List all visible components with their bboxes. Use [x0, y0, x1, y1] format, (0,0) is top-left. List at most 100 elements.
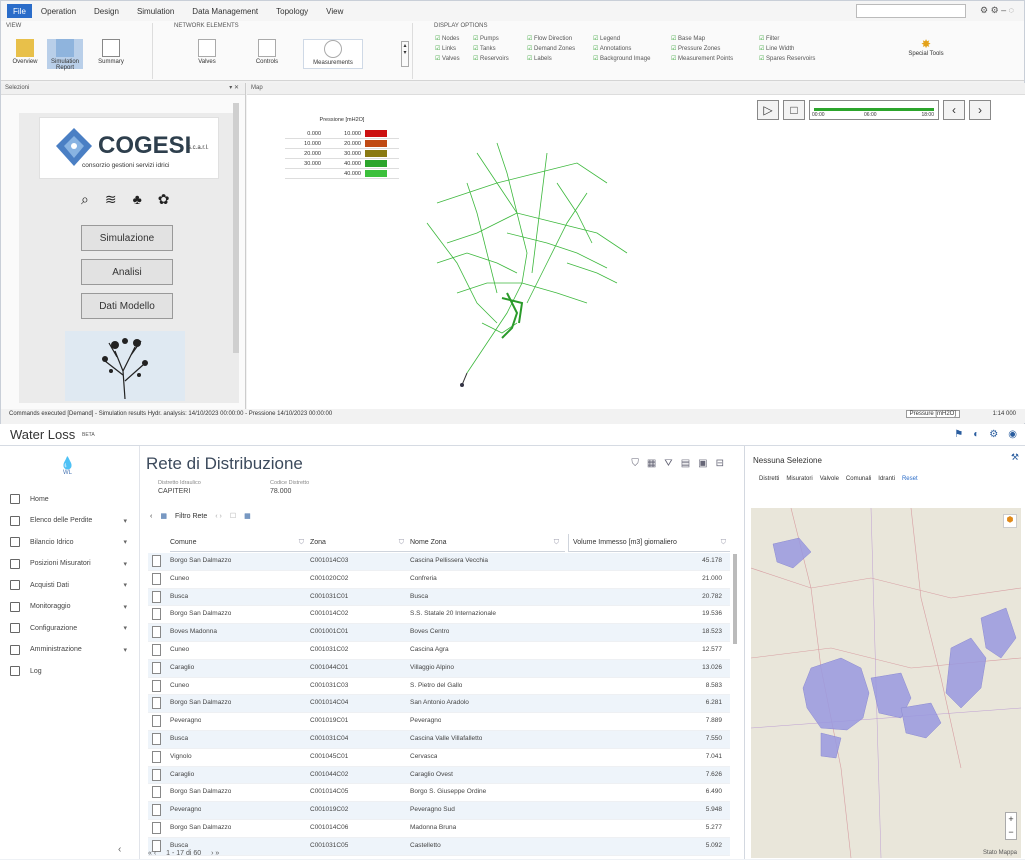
sidebar-item[interactable]: Home — [10, 490, 135, 508]
pressure-indicator[interactable]: Pressure [mH2O] — [905, 410, 960, 418]
row-selector[interactable] — [152, 661, 161, 674]
summary-tile[interactable]: Summary — [93, 39, 129, 69]
row-selector[interactable] — [152, 750, 161, 763]
file-menu[interactable]: File — [7, 4, 32, 18]
user-icon[interactable]: ◉ — [1008, 429, 1017, 440]
analisi-button[interactable]: Analisi — [81, 259, 173, 285]
map-settings-icon[interactable]: ⚒ — [1011, 452, 1019, 463]
layout-icon[interactable]: ▦ — [244, 512, 251, 520]
table-row[interactable]: Peveragno C001019C01 Peveragno 7.889 — [148, 713, 730, 731]
row-selector[interactable] — [152, 626, 161, 639]
menu-operation[interactable]: Operation — [32, 7, 85, 16]
display-option[interactable]: Demand Zones — [527, 45, 575, 52]
zoom-controls[interactable]: + − — [1005, 812, 1017, 840]
sidebar-item[interactable]: Posizioni Misuratori ▾ — [10, 555, 135, 573]
district-field[interactable]: CAPITERI — [158, 488, 190, 495]
display-option[interactable]: Line Width — [759, 45, 794, 52]
table-row[interactable]: Cuneo C001031C02 Cascina Agra 12.577 — [148, 642, 730, 660]
display-option[interactable]: Pressure Zones — [671, 45, 720, 52]
column-header-volume[interactable]: Volume Immesso [m3] giornaliero ⛉ — [568, 534, 730, 552]
display-option[interactable]: Filter — [759, 35, 779, 42]
sidebar-item[interactable]: Log — [10, 662, 135, 680]
collapse-sidebar-icon[interactable]: ‹ — [118, 844, 121, 855]
simulazione-button[interactable]: Simulazione — [81, 225, 173, 251]
map-tab[interactable]: Valvole — [820, 476, 839, 482]
valves-tile[interactable]: Valves — [181, 39, 233, 69]
row-selector[interactable] — [152, 715, 161, 728]
theme-icon[interactable]: ◐ — [973, 429, 979, 440]
row-selector[interactable] — [152, 804, 161, 817]
table-row[interactable]: Borgo San Dalmazzo C001014C06 Madonna Brun… — [148, 820, 730, 838]
district-code-field[interactable]: 78.000 — [270, 488, 291, 495]
display-option[interactable]: Flow Direction — [527, 35, 572, 42]
table-row[interactable]: Boves Madonna C001001C01 Boves Centro 18.52… — [148, 624, 730, 642]
export-icon[interactable]: ⊟ — [716, 458, 724, 469]
pager-controls[interactable]: « ‹ — [148, 850, 156, 857]
row-selector[interactable] — [152, 679, 161, 692]
menu-topology[interactable]: Topology — [267, 7, 317, 16]
special-tools-button[interactable]: ✸ Special Tools — [901, 37, 951, 57]
display-option[interactable]: Legend — [593, 35, 620, 42]
table-row[interactable]: Busca C001031C05 Castelletto 5.092 — [148, 837, 730, 856]
row-selector[interactable] — [152, 697, 161, 710]
display-option[interactable]: Annotations — [593, 45, 632, 52]
table-row[interactable]: Borgo San Dalmazzo C001014C03 Cascina Pell… — [148, 553, 730, 571]
display-option[interactable]: Tanks — [473, 45, 496, 52]
row-selector[interactable] — [152, 608, 161, 621]
controls-tile[interactable]: Controls — [241, 39, 293, 69]
play-button[interactable]: ▷ — [757, 100, 779, 120]
table-filter-icon[interactable]: ▦ — [160, 512, 167, 520]
menu-design[interactable]: Design — [85, 7, 128, 16]
timeline-slider[interactable]: 00:00 06:00 18:00 — [809, 100, 939, 120]
table-row[interactable]: Caraglio C001044C02 Caraglio Ovest 7.626 — [148, 766, 730, 785]
previous-step-button[interactable]: ‹ — [943, 100, 965, 120]
row-selector[interactable] — [152, 786, 161, 799]
table-row[interactable]: Caraglio C001044C01 Villaggio Alpino 13.026 — [148, 659, 730, 678]
dati-modello-button[interactable]: Dati Modello — [81, 293, 173, 319]
column-header-zona[interactable]: Zona ⛉ — [310, 534, 410, 552]
table-row[interactable]: Cuneo C001031C03 S. Pietro del Gallo 8.583 — [148, 678, 730, 696]
sidebar-item[interactable]: Acquisti Dati ▾ — [10, 576, 135, 594]
layers-button[interactable]: ⬢ — [1003, 514, 1017, 528]
panel-controls[interactable]: ▾ ✕ — [229, 84, 239, 91]
column-filter-icon[interactable]: ⛉ — [721, 539, 726, 547]
display-option[interactable]: Background Image — [593, 55, 650, 62]
display-option[interactable]: Links — [435, 45, 456, 52]
row-selector[interactable] — [152, 555, 161, 567]
settings-icon[interactable]: ⚙ — [989, 429, 998, 440]
map-tab[interactable]: Misuratori — [786, 476, 812, 482]
table-scrollbar[interactable] — [733, 554, 737, 644]
ribbon-scroll[interactable]: ▴ ▾ — [401, 41, 409, 67]
menu-view[interactable]: View — [317, 7, 352, 16]
users-icon[interactable]: ♣ — [133, 191, 142, 208]
display-option[interactable]: Labels — [527, 55, 552, 62]
table-row[interactable]: Cuneo C001020C02 Confreria 21.000 — [148, 571, 730, 589]
column-filter-icon[interactable]: ⛉ — [554, 539, 559, 547]
sidebar-item[interactable]: Configurazione ▾ — [10, 619, 135, 637]
regional-map[interactable]: ⬢ + − Stato Mappa — [750, 507, 1022, 859]
search-icon[interactable]: ⌕ — [81, 191, 89, 208]
row-selector[interactable] — [152, 822, 161, 834]
overview-tile[interactable]: Overview — [7, 39, 43, 69]
menu-simulation[interactable]: Simulation — [128, 7, 183, 16]
table-row[interactable]: Borgo San Dalmazzo C001014C05 Borgo S. Giu… — [148, 784, 730, 803]
table-row[interactable]: Vignolo C001045C01 Cervasca 7.041 — [148, 749, 730, 767]
display-option[interactable]: Spares Reservoirs — [759, 55, 815, 62]
column-header-comune[interactable]: Comune ⛉ — [170, 534, 310, 552]
clear-filter-icon[interactable]: ⛛ — [664, 458, 672, 469]
columns-icon[interactable]: ☐ — [230, 512, 236, 520]
table-row[interactable]: Busca C001031C01 Busca 20.782 — [148, 588, 730, 607]
row-selector[interactable] — [152, 572, 161, 585]
display-option[interactable]: Valves — [435, 55, 460, 62]
pager-controls-next[interactable]: › » — [211, 850, 219, 857]
row-selector[interactable] — [152, 644, 161, 656]
column-filter-icon[interactable]: ⛉ — [399, 539, 404, 547]
back-icon[interactable]: ‹ — [150, 513, 152, 520]
display-option[interactable]: Base Map — [671, 35, 705, 42]
display-option[interactable]: Reservoirs — [473, 55, 509, 62]
menu-data-management[interactable]: Data Management — [183, 7, 267, 16]
display-option[interactable]: Nodes — [435, 35, 459, 42]
table-row[interactable]: Borgo San Dalmazzo C001014C02 S.S. Statale… — [148, 606, 730, 625]
table-row[interactable]: Peveragno C001019C02 Peveragno Sud 5.948 — [148, 802, 730, 820]
window-controls[interactable]: ⚙ ⚙ – ◌ — [980, 5, 1014, 16]
